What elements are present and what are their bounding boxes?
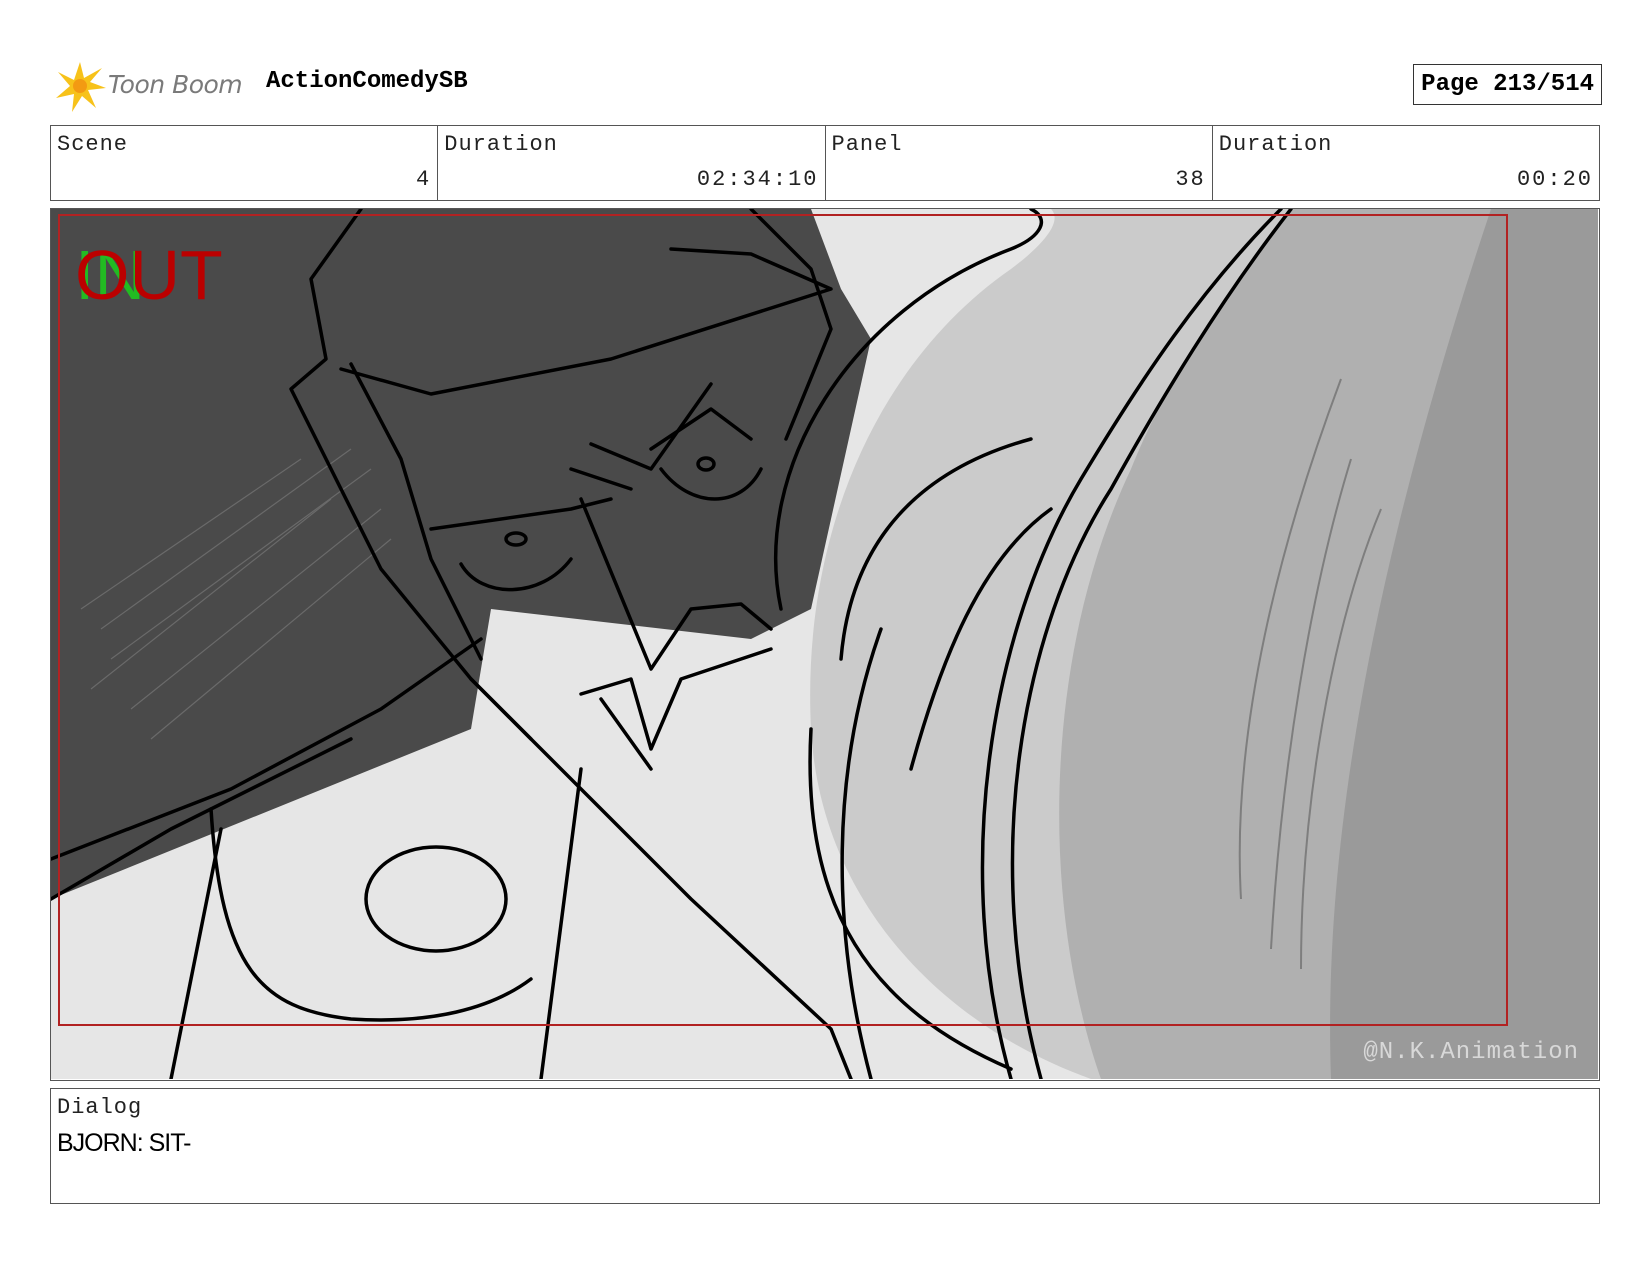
panel-label: Panel <box>831 132 903 157</box>
page-header: Toon Boom ActionComedySB Page 213/514 <box>52 52 1602 120</box>
scene-value: 4 <box>416 167 432 192</box>
dialog-text: BJORN: SIT- <box>57 1129 191 1157</box>
out-marker: OUT <box>75 236 223 314</box>
storyboard-panel: IN OUT @N.K.Animation <box>50 208 1600 1081</box>
info-row: Scene 4 Duration 02:34:10 Panel 38 Durat… <box>50 125 1600 201</box>
watermark: @N.K.Animation <box>1363 1039 1579 1066</box>
scene-duration-label: Duration <box>444 132 558 157</box>
scene-cell: Scene 4 <box>51 126 439 200</box>
panel-duration-cell: Duration 00:20 <box>1213 126 1599 200</box>
scene-duration-cell: Duration 02:34:10 <box>438 126 826 200</box>
scene-label: Scene <box>57 132 129 157</box>
starburst-icon <box>56 62 106 112</box>
panel-value: 38 <box>1175 167 1206 192</box>
toon-boom-logo: Toon Boom <box>52 58 252 114</box>
panel-duration-label: Duration <box>1218 132 1333 157</box>
project-title: ActionComedySB <box>266 68 468 95</box>
panel-duration-value: 00:20 <box>1516 167 1593 192</box>
logo-text: Toon Boom <box>108 70 243 99</box>
panel-cell: Panel 38 <box>826 126 1213 200</box>
scene-duration-value: 02:34:10 <box>696 167 819 192</box>
dialog-label: Dialog <box>57 1095 143 1120</box>
page-indicator: Page 213/514 <box>1413 64 1602 105</box>
panel-drawing: IN OUT <box>51 209 1598 1079</box>
dialog-box: Dialog BJORN: SIT- <box>50 1088 1600 1204</box>
